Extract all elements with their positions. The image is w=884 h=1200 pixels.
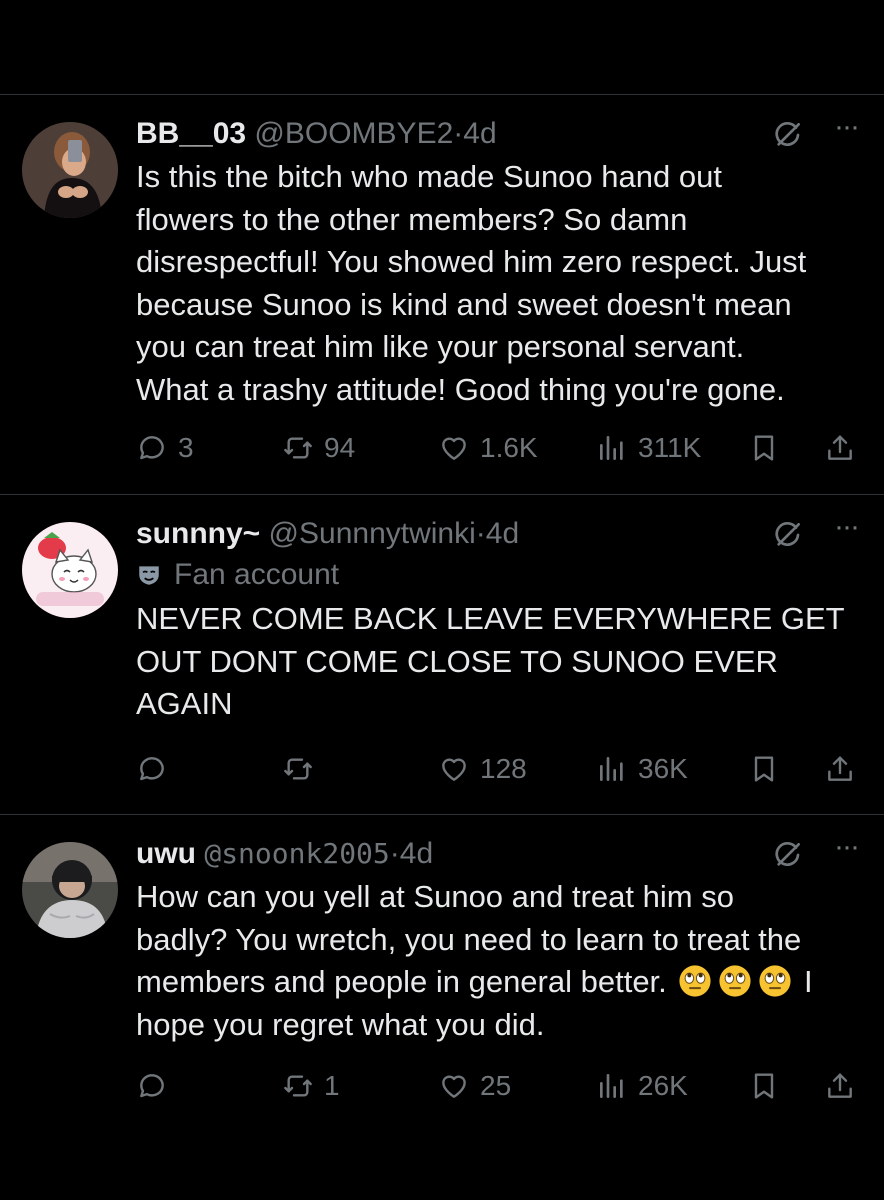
display-name[interactable]: sunnny~ (136, 517, 260, 550)
like-button[interactable]: 128 (438, 749, 527, 789)
action-bar: 3 94 1.6K 311K (136, 428, 866, 468)
tweet-text-line: members and people in general better. I (136, 961, 866, 1004)
timestamp[interactable]: 4d (463, 117, 496, 150)
eye-roll-emoji (758, 964, 792, 998)
repost-count: 1 (324, 1070, 340, 1101)
avatar[interactable] (22, 522, 118, 618)
display-name[interactable]: uwu (136, 837, 196, 870)
views-icon (596, 753, 628, 785)
tweet-header: sunnny~ @Sunnnytwinki·4d ··· (136, 512, 866, 554)
grok-icon[interactable] (772, 839, 804, 871)
eye-roll-emoji (718, 964, 752, 998)
reply-icon (136, 432, 168, 464)
tweet-text-span: I (804, 964, 813, 999)
avatar-photo (22, 522, 118, 618)
tweet-content: uwu @snoonk2005·4d ··· How can you yell … (136, 832, 866, 1046)
repost-button[interactable]: 1 (282, 1066, 340, 1106)
tweet[interactable]: sunnny~ @Sunnnytwinki·4d ··· Fan account… (0, 494, 884, 814)
action-bar: 128 36K (136, 749, 866, 789)
display-name[interactable]: BB__03 (136, 117, 246, 150)
view-count: 36K (638, 753, 688, 784)
share-icon (824, 753, 856, 785)
like-count: 1.6K (480, 432, 538, 463)
more-icon[interactable]: ··· (834, 832, 860, 862)
tweet-text: Is this the bitch who made Sunoo hand ou… (136, 159, 807, 407)
avatar[interactable] (22, 122, 118, 218)
view-count: 311K (638, 432, 702, 463)
account-label-text: Fan account (174, 558, 340, 591)
separator: · (453, 117, 464, 150)
timestamp[interactable]: 4d (400, 837, 433, 870)
like-icon (438, 753, 470, 785)
tweet-text-line: badly? You wretch, you need to learn to … (136, 921, 802, 957)
timestamp[interactable]: 4d (486, 517, 519, 550)
avatar-photo (22, 842, 118, 938)
tweet-content: sunnny~ @Sunnnytwinki·4d ··· Fan account… (136, 512, 866, 726)
tweet-text-line: How can you yell at Sunoo and treat him … (136, 879, 734, 914)
reply-icon (136, 1070, 168, 1102)
like-count: 25 (480, 1070, 512, 1101)
avatar-photo (22, 122, 118, 218)
tweet-content: BB__03 @BOOMBYE2·4d ··· Is this the bitc… (136, 112, 866, 411)
share-icon (824, 1070, 856, 1102)
views-button[interactable]: 311K (596, 428, 701, 468)
like-button[interactable]: 1.6K (438, 428, 538, 468)
tweet-header: BB__03 @BOOMBYE2·4d ··· (136, 112, 866, 154)
fan-mask-icon (139, 566, 159, 585)
views-button[interactable]: 36K (596, 749, 688, 789)
share-icon (824, 432, 856, 464)
repost-icon (282, 753, 314, 785)
separator: · (389, 837, 400, 870)
user-handle[interactable]: @snoonk2005 (204, 837, 389, 870)
reply-icon (136, 753, 168, 785)
like-icon (438, 432, 470, 464)
view-count: 26K (638, 1070, 688, 1101)
tweet[interactable]: BB__03 @BOOMBYE2·4d ··· Is this the bitc… (0, 94, 884, 494)
bookmark-icon (748, 753, 780, 785)
repost-icon (282, 1070, 314, 1102)
views-icon (596, 432, 628, 464)
bookmark-icon (748, 1070, 780, 1102)
views-button[interactable]: 26K (596, 1066, 688, 1106)
bookmark-button[interactable] (748, 428, 780, 468)
account-label[interactable]: Fan account (136, 554, 866, 596)
user-handle[interactable]: @Sunnnytwinki (269, 517, 476, 550)
views-icon (596, 1070, 628, 1102)
grok-icon[interactable] (772, 519, 804, 551)
eye-roll-emoji (678, 964, 712, 998)
repost-count: 94 (324, 432, 356, 463)
tweet-text-line: hope you regret what you did. (136, 1006, 545, 1042)
bookmark-button[interactable] (748, 1066, 780, 1106)
reply-button[interactable]: 3 (136, 428, 194, 468)
like-icon (438, 1070, 470, 1102)
reply-button[interactable] (136, 1066, 178, 1106)
grok-icon[interactable] (772, 119, 804, 151)
tweet[interactable]: uwu @snoonk2005·4d ··· How can you yell … (0, 814, 884, 1134)
repost-icon (282, 432, 314, 464)
more-icon[interactable]: ··· (834, 112, 860, 142)
like-button[interactable]: 25 (438, 1066, 511, 1106)
reply-thread: BB__03 @BOOMBYE2·4d ··· Is this the bitc… (0, 0, 884, 1200)
user-handle[interactable]: @BOOMBYE2 (254, 117, 453, 150)
like-count: 128 (480, 753, 527, 784)
tweet-text: NEVER COME BACK LEAVE EVERYWHERE GET OUT… (136, 601, 845, 721)
share-button[interactable] (824, 428, 856, 468)
bookmark-icon (748, 432, 780, 464)
tweet-header: uwu @snoonk2005·4d ··· (136, 832, 866, 874)
avatar[interactable] (22, 842, 118, 938)
repost-button[interactable] (282, 749, 324, 789)
bookmark-button[interactable] (748, 749, 780, 789)
share-button[interactable] (824, 749, 856, 789)
reply-button[interactable] (136, 749, 178, 789)
tweet-text: How can you yell at Sunoo and treat him … (136, 876, 866, 1046)
tweet-text-span: members and people in general better. (136, 964, 667, 999)
separator: · (475, 517, 486, 550)
more-icon[interactable]: ··· (834, 512, 860, 542)
reply-count: 3 (178, 432, 194, 463)
repost-button[interactable]: 94 (282, 428, 355, 468)
share-button[interactable] (824, 1066, 856, 1106)
action-bar: 1 25 26K (136, 1066, 866, 1106)
